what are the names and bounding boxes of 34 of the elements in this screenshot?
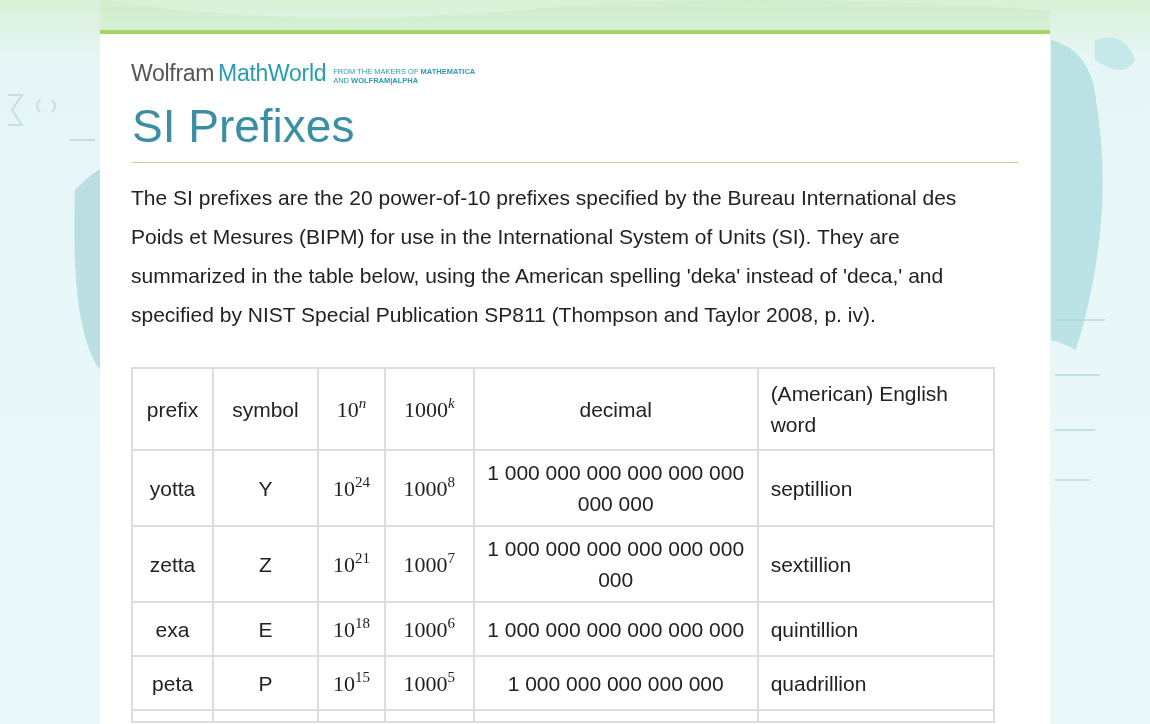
- column-header: 1000$^{k}$: [384, 368, 474, 450]
- table-cell: exa: [132, 602, 213, 656]
- table-cell: peta: [132, 656, 213, 710]
- table-cell: 10$^{15}$: [317, 656, 385, 710]
- table-cell: 1 000 000 000 000 000 000 000: [473, 526, 758, 602]
- logo-wordmark: MathWorld: [218, 60, 327, 87]
- column-header: symbol: [212, 368, 318, 450]
- logo-wordmark: Wolfram: [131, 60, 215, 87]
- table-cell: 1000$^{7}$: [384, 526, 474, 602]
- intro-paragraph: The SI prefixes are the 20 power-of-10 prefixes specified by the Bureau International des Poids et Mesures (BIPM) for use in the International System of Units (SI). They are summarized in the table below, using the American spelling 'deka' instead of 'deca,' and specified by NIST Special Publication SP811 (Thompson and Taylor 2008, p. iv).: [131, 185, 958, 328]
- table-cell: 10$^{24}$: [317, 450, 385, 526]
- table-cell: quintillion: [757, 602, 994, 656]
- table-cell: quadrillion: [757, 656, 994, 710]
- column-header: prefix: [132, 368, 213, 450]
- table-cell: 1000$^{8}$: [384, 450, 474, 526]
- table-cell: 1000$^{5}$: [384, 656, 474, 710]
- column-header: decimal: [473, 368, 758, 450]
- table-cell: E: [212, 602, 318, 656]
- table-cell: 1000$^{6}$: [384, 602, 474, 656]
- page-title: SI Prefixes: [132, 99, 1018, 163]
- table-cell: P: [212, 656, 318, 710]
- table-cell: 10$^{18}$: [317, 602, 385, 656]
- table-cell: Z: [212, 526, 318, 602]
- table-cell: 1 000 000 000 000 000 000 000 000: [473, 450, 758, 526]
- table-cell: zetta: [132, 526, 213, 602]
- column-header: 10$^{n}$: [317, 368, 385, 450]
- table-cell: 1 000 000 000 000 000: [473, 656, 758, 710]
- table-cell: Y: [212, 450, 318, 526]
- column-header: (American) English word: [757, 368, 994, 450]
- table-cell: 10$^{21}$: [317, 526, 385, 602]
- table-cell: yotta: [132, 450, 213, 526]
- table-cell: 1 000 000 000 000 000 000: [473, 602, 758, 656]
- table-cell: septillion: [757, 450, 994, 526]
- table-cell: sextillion: [757, 526, 994, 602]
